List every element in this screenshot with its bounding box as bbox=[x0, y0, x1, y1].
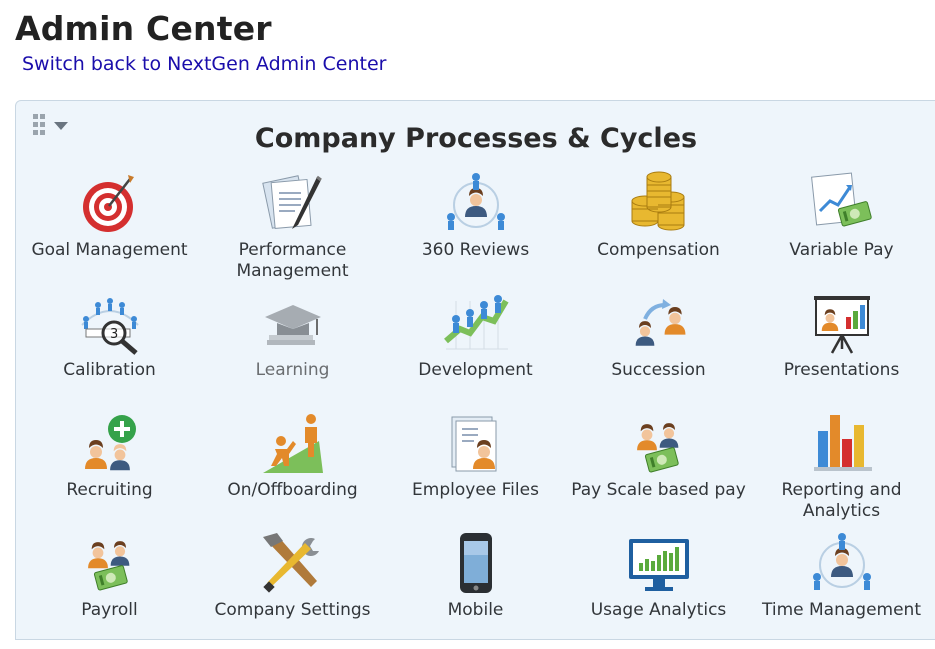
tile-360-reviews[interactable]: 360 Reviews bbox=[384, 171, 567, 289]
page-title: Admin Center bbox=[15, 9, 272, 48]
target-icon bbox=[76, 171, 144, 235]
tile-label: Employee Files bbox=[412, 480, 539, 500]
tile-learning[interactable]: Learning bbox=[201, 291, 384, 409]
tile-label: Usage Analytics bbox=[590, 600, 727, 620]
tile-usage-analytics[interactable]: Usage Analytics bbox=[567, 531, 750, 649]
calibration-magnifier-icon: 3 bbox=[76, 291, 144, 355]
growth-chart-icon bbox=[442, 291, 510, 355]
tile-label: Reporting and Analytics bbox=[781, 480, 902, 521]
tile-calibration[interactable]: 3 Calibration bbox=[18, 291, 201, 409]
tile-label: Development bbox=[418, 360, 533, 380]
tile-mobile[interactable]: Mobile bbox=[384, 531, 567, 649]
tile-label: Payroll bbox=[81, 600, 138, 620]
add-people-icon bbox=[76, 411, 144, 475]
tile-label: On/Offboarding bbox=[227, 480, 358, 500]
tile-performance-management[interactable]: Performance Management bbox=[201, 171, 384, 289]
tile-label: Goal Management bbox=[31, 240, 188, 260]
tile-goal-management[interactable]: Goal Management bbox=[18, 171, 201, 289]
tile-label: Compensation bbox=[597, 240, 720, 260]
presentation-board-icon bbox=[808, 291, 876, 355]
svg-text:3: 3 bbox=[110, 327, 118, 342]
graduation-cap-icon bbox=[259, 291, 327, 355]
payroll-icon bbox=[76, 531, 144, 595]
tile-label: Pay Scale based pay bbox=[571, 480, 746, 500]
people-money-icon bbox=[625, 411, 693, 475]
people-circle-icon bbox=[808, 531, 876, 595]
tile-development[interactable]: Development bbox=[384, 291, 567, 409]
tile-label: Learning bbox=[255, 360, 330, 380]
tile-label: 360 Reviews bbox=[421, 240, 530, 260]
tile-company-settings[interactable]: Company Settings bbox=[201, 531, 384, 649]
document-pen-icon bbox=[259, 171, 327, 235]
tile-label: Presentations bbox=[783, 360, 900, 380]
tile-label: Time Management bbox=[762, 600, 921, 620]
succession-people-icon bbox=[625, 291, 693, 355]
tile-label: Variable Pay bbox=[789, 240, 894, 260]
tile-reporting-and-analytics[interactable]: Reporting and Analytics bbox=[750, 411, 933, 529]
tools-icon bbox=[259, 531, 327, 595]
people-circle-icon bbox=[442, 171, 510, 235]
coins-icon bbox=[625, 171, 693, 235]
tile-pay-scale-based-pay[interactable]: Pay Scale based pay bbox=[567, 411, 750, 529]
mobile-phone-icon bbox=[442, 531, 510, 595]
tile-label: Performance Management bbox=[236, 240, 349, 281]
tile-compensation[interactable]: Compensation bbox=[567, 171, 750, 289]
tile-label: Calibration bbox=[63, 360, 156, 380]
panel-title: Company Processes & Cycles bbox=[254, 123, 698, 154]
switch-to-nextgen-link[interactable]: Switch back to NextGen Admin Center bbox=[22, 53, 386, 75]
tile-employee-files[interactable]: Employee Files bbox=[384, 411, 567, 529]
monitor-chart-icon bbox=[625, 531, 693, 595]
tile-payroll[interactable]: Payroll bbox=[18, 531, 201, 649]
tile-label: Recruiting bbox=[66, 480, 153, 500]
tile-label: Company Settings bbox=[214, 600, 371, 620]
tile-label: Succession bbox=[611, 360, 706, 380]
employee-file-icon bbox=[442, 411, 510, 475]
company-processes-panel: Company Processes & Cycles Goal Manageme… bbox=[15, 100, 935, 640]
bar-chart-icon bbox=[808, 411, 876, 475]
tile-recruiting[interactable]: Recruiting bbox=[18, 411, 201, 529]
tile-label: Mobile bbox=[447, 600, 504, 620]
tile-variable-pay[interactable]: Variable Pay bbox=[750, 171, 933, 289]
climbing-people-icon bbox=[259, 411, 327, 475]
tile-time-management[interactable]: Time Management bbox=[750, 531, 933, 649]
tile-presentations[interactable]: Presentations bbox=[750, 291, 933, 409]
tile-succession[interactable]: Succession bbox=[567, 291, 750, 409]
tile-on-offboarding[interactable]: On/Offboarding bbox=[201, 411, 384, 529]
chart-money-icon bbox=[808, 171, 876, 235]
